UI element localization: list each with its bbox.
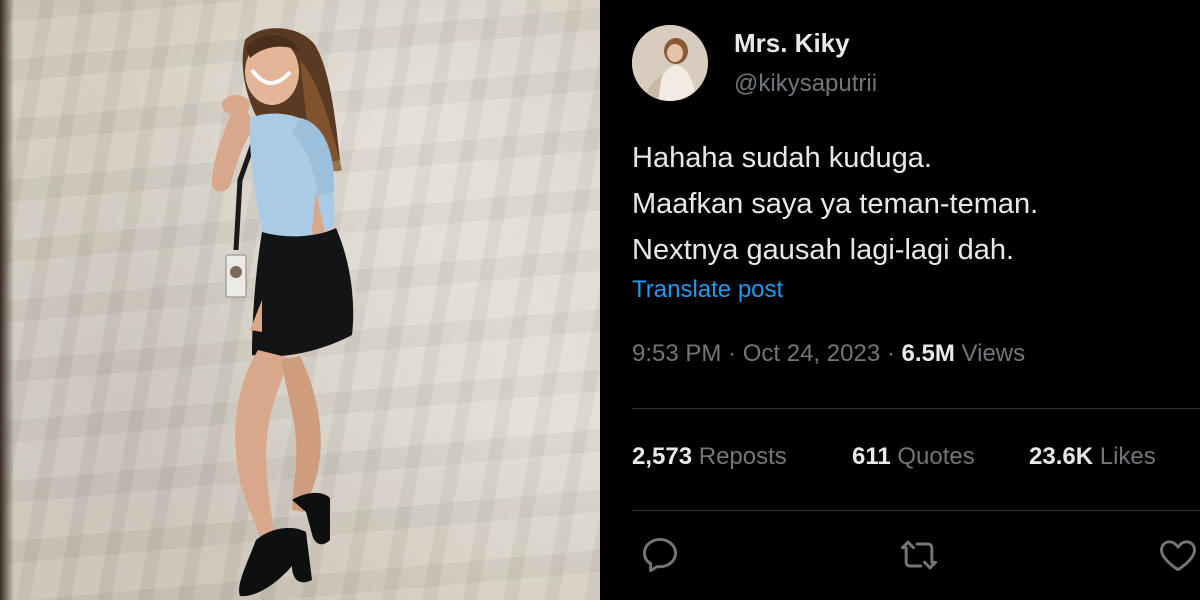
avatar[interactable] bbox=[632, 25, 708, 101]
meta-separator: · bbox=[728, 340, 737, 367]
tweet-date[interactable]: Oct 24, 2023 bbox=[743, 340, 880, 367]
divider bbox=[632, 510, 1200, 511]
tweet-text-line: Hahaha sudah kuduga. bbox=[632, 142, 932, 174]
tweet-text: Hahaha sudah kuduga. Maafkan saya ya tem… bbox=[632, 135, 1038, 273]
meta-separator: · bbox=[886, 340, 895, 367]
divider bbox=[632, 408, 1200, 409]
woman-figure bbox=[211, 28, 354, 597]
user-handle[interactable]: @kikysaputrii bbox=[734, 70, 877, 98]
tweet-text-line: Maafkan saya ya teman-teman. bbox=[632, 188, 1039, 220]
likes-stat[interactable]: 23.6K Likes bbox=[1029, 443, 1156, 471]
reposts-stat[interactable]: 2,573 Reposts bbox=[632, 443, 787, 471]
likes-label: Likes bbox=[1099, 443, 1156, 470]
reposts-label: Reposts bbox=[698, 443, 787, 470]
reply-icon bbox=[642, 537, 678, 573]
quotes-label: Quotes bbox=[897, 443, 975, 470]
translate-post-link[interactable]: Translate post bbox=[632, 276, 783, 304]
display-name[interactable]: Mrs. Kiky bbox=[734, 28, 850, 59]
likes-count: 23.6K bbox=[1029, 443, 1094, 470]
reply-button[interactable] bbox=[638, 533, 682, 577]
screenshot-page: Mrs. Kiky @kikysaputrii Hahaha sudah kud… bbox=[0, 0, 1200, 600]
views-count: 6.5M bbox=[901, 340, 955, 367]
like-button[interactable] bbox=[1156, 533, 1200, 577]
tweet-panel: Mrs. Kiky @kikysaputrii Hahaha sudah kud… bbox=[600, 0, 1200, 600]
tweet-metadata: 9:53 PM · Oct 24, 2023 · 6.5M Views bbox=[632, 340, 1025, 368]
repost-icon bbox=[901, 540, 937, 570]
quotes-count: 611 bbox=[852, 443, 891, 470]
avatar-photo-icon bbox=[632, 25, 708, 101]
reposts-count: 2,573 bbox=[632, 443, 693, 470]
tweet-time[interactable]: 9:53 PM bbox=[632, 340, 721, 367]
heart-icon bbox=[1160, 540, 1196, 572]
quotes-stat[interactable]: 611 Quotes bbox=[852, 443, 975, 471]
woman-portrait-photo bbox=[0, 0, 600, 600]
tweet-text-line: Nextnya gausah lagi-lagi dah. bbox=[632, 234, 1015, 266]
views-label: Views bbox=[961, 340, 1026, 367]
repost-button[interactable] bbox=[897, 533, 941, 577]
